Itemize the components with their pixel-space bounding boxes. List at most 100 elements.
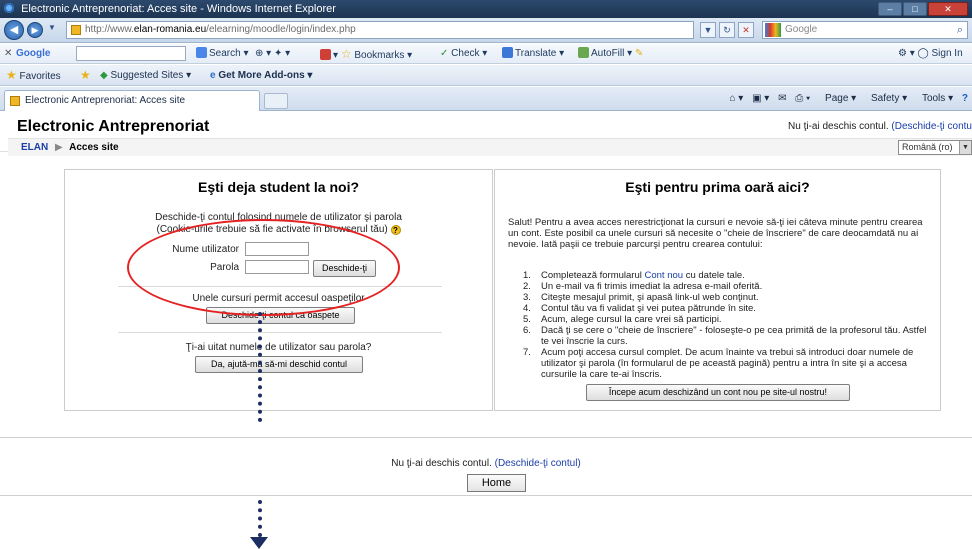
favorites-button[interactable]: ★ Favorites	[6, 65, 61, 87]
url-path: /elearning/moodle/login/index.php	[206, 24, 356, 35]
check-label: Check	[451, 48, 480, 59]
step-text-after: cu datele tale.	[683, 270, 745, 281]
safety-menu[interactable]: Safety ▾	[865, 93, 907, 104]
google-search-button[interactable]: Search ▾	[196, 44, 249, 64]
step-number: 6.	[523, 325, 531, 336]
get-addons-button[interactable]: e Get More Add-ons ▾	[210, 65, 312, 86]
favorites-bar: ★ Favorites ★ ◆ Suggested Sites ▾ e Get …	[0, 65, 972, 86]
help-icon[interactable]: ?	[962, 93, 968, 104]
page-menu-label: Page	[825, 93, 849, 104]
login-button[interactable]: Deschide-ţi	[313, 260, 376, 277]
username-input[interactable]	[245, 242, 309, 256]
tab-current[interactable]: Electronic Antreprenoriat: Acces site	[4, 90, 260, 111]
username-row: Nume utilizator	[172, 242, 309, 256]
password-input[interactable]	[245, 260, 309, 274]
guest-login-button[interactable]: Deschide-ţi contul ca oaspete	[206, 307, 355, 324]
footer-bottom-line	[0, 495, 972, 496]
safety-menu-label: Safety	[870, 93, 900, 104]
command-bar: ⌂ ▾ ▣ ▾ ✉ ⎙ ▾ Page ▾ Safety ▾ Tools ▾ ?	[723, 87, 968, 111]
chevron-down-icon: ▼	[959, 141, 971, 154]
new-tab-button[interactable]	[264, 93, 288, 109]
address-tools: ▼ ↻ ✕	[700, 22, 754, 38]
forgot-password-button[interactable]: Da, ajută-mă să-mi deschid contul	[195, 356, 363, 373]
signup-step: 1. Completează formularul Cont nou cu dat…	[523, 270, 935, 281]
search-input[interactable]: Google ⌕	[762, 21, 968, 39]
minimize-button[interactable]: –	[878, 2, 902, 16]
divider-1	[118, 286, 442, 287]
signup-panel: Eşti pentru prima oară aici? Salut! Pent…	[494, 169, 941, 411]
guest-text: Unele cursuri permit accesul oaspeţilor	[192, 293, 365, 304]
toolbar-close-icon[interactable]: ✕	[4, 44, 12, 64]
check-button[interactable]: ✓ Check ▾	[440, 44, 487, 64]
home-button[interactable]: Home	[467, 474, 526, 492]
breadcrumb-current: Acces site	[69, 142, 119, 153]
translate-button[interactable]: Translate ▾	[502, 44, 564, 64]
step-number: 3.	[523, 292, 531, 303]
compatibility-icon[interactable]: ▼	[700, 22, 716, 38]
signup-button[interactable]: Începe acum deschizând un cont nou pe si…	[586, 384, 850, 401]
tools-menu-label: Tools	[921, 93, 946, 104]
login-intro: Deschide-ţi contul folosind numele de ut…	[65, 212, 492, 236]
pagerank-icon[interactable]: ⊕ ▾ ✦ ▾	[255, 44, 290, 64]
page-favicon-icon	[71, 25, 81, 35]
signup-step: 2. Un e-mail va fi trimis imediat la adre…	[523, 281, 935, 292]
add-favorites-icon[interactable]: ★	[80, 65, 91, 87]
maximize-button[interactable]: □	[903, 2, 927, 16]
print-icon[interactable]: ⎙ ▾	[795, 93, 810, 104]
site-header: Electronic Antreprenoriat Nu ţi-ai desch…	[0, 112, 972, 156]
home-icon[interactable]: ⌂ ▾	[729, 93, 743, 104]
suggested-sites-button[interactable]: ◆ Suggested Sites ▾	[100, 65, 191, 86]
feeds-icon[interactable]: ▣ ▾	[752, 93, 769, 104]
signup-heading: Eşti pentru prima oară aici?	[625, 179, 810, 195]
autofill-label: AutoFill	[591, 48, 625, 59]
url-domain: elan-romania.eu	[133, 24, 207, 35]
tab-title: Electronic Antreprenoriat: Acces site	[25, 95, 186, 106]
login-link[interactable]: (Deschide-ţi contu	[891, 121, 972, 132]
close-button[interactable]: ✕	[928, 2, 968, 16]
tab-bar: Electronic Antreprenoriat: Acces site ⌂ …	[0, 87, 972, 111]
autofill-button[interactable]: AutoFill ▾ ✎	[578, 44, 643, 64]
addons-icon: e	[210, 70, 216, 81]
address-bar: ◀ ▶ ▼ http://www.elan-romania.eu/elearni…	[0, 18, 972, 43]
google-label: Google	[16, 48, 51, 59]
stop-icon[interactable]: ✕	[738, 22, 754, 38]
annotation-dotted-line-bottom	[258, 500, 262, 537]
help-icon[interactable]: ?	[390, 225, 401, 235]
step-text: Completează formularul	[541, 270, 645, 281]
signup-step: 3. Citeşte mesajul primit, şi apasă link-…	[523, 292, 935, 303]
url-input[interactable]: http://www.elan-romania.eu/elearning/moo…	[66, 21, 694, 39]
login-intro-line1: Deschide-ţi contul folosind numele de ut…	[155, 212, 402, 223]
pencil-icon: ✎	[634, 48, 644, 59]
google-search-input[interactable]	[76, 46, 186, 61]
new-account-link[interactable]: Cont nou	[645, 270, 684, 281]
back-arrow-icon[interactable]: ◀	[4, 20, 24, 40]
history-dropdown-icon[interactable]: ▼	[48, 23, 56, 32]
tools-menu[interactable]: Tools ▾	[916, 93, 953, 104]
favorites-label: Favorites	[19, 71, 61, 82]
search-icon[interactable]: ⌕	[957, 22, 963, 38]
site-title: Electronic Antreprenoriat	[17, 118, 210, 135]
footer-login-link[interactable]: (Deschide-ţi contul)	[495, 458, 581, 469]
page-menu[interactable]: Page ▾	[819, 93, 856, 104]
refresh-icon[interactable]: ↻	[719, 22, 735, 38]
google-logo-icon	[765, 23, 781, 37]
mail-icon[interactable]: ✉	[778, 93, 786, 104]
google-search-label: Search	[209, 48, 241, 59]
google-toolbar: ✕ Google Search ▾ ⊕ ▾ ✦ ▾ ▾ ☆ Bookmarks …	[0, 44, 972, 64]
language-select[interactable]: Română (ro) ▼	[898, 140, 972, 155]
search-placeholder: Google	[785, 24, 818, 35]
password-label: Parola	[210, 262, 239, 273]
window-titlebar: Electronic Antreprenoriat: Acces site - …	[0, 0, 972, 18]
breadcrumb-home-link[interactable]: ELAN	[21, 142, 48, 153]
signup-step: 5. Acum, alege cursul la care vrei să par…	[523, 314, 935, 325]
google-sign-in[interactable]: ⚙ ▾ ◯ Sign In	[898, 44, 963, 64]
step-text: Acum poţi accesa cursul complet. De acum…	[541, 347, 914, 380]
forward-arrow-icon[interactable]: ▶	[27, 22, 43, 38]
signup-intro: Salut! Pentru a avea acces nerestricţion…	[508, 217, 923, 250]
navbar: ELAN ▶ Acces site Română (ro) ▼	[8, 138, 972, 156]
suggested-sites-label: Suggested Sites	[110, 70, 184, 81]
google-bookmarks-button[interactable]: ▾ ☆ Bookmarks ▾	[320, 44, 412, 66]
get-addons-label: Get More Add-ons	[218, 70, 305, 81]
star-icon: ☆	[340, 47, 352, 61]
login-panel: Eşti deja student la noi? Deschide-ţi co…	[64, 169, 493, 411]
